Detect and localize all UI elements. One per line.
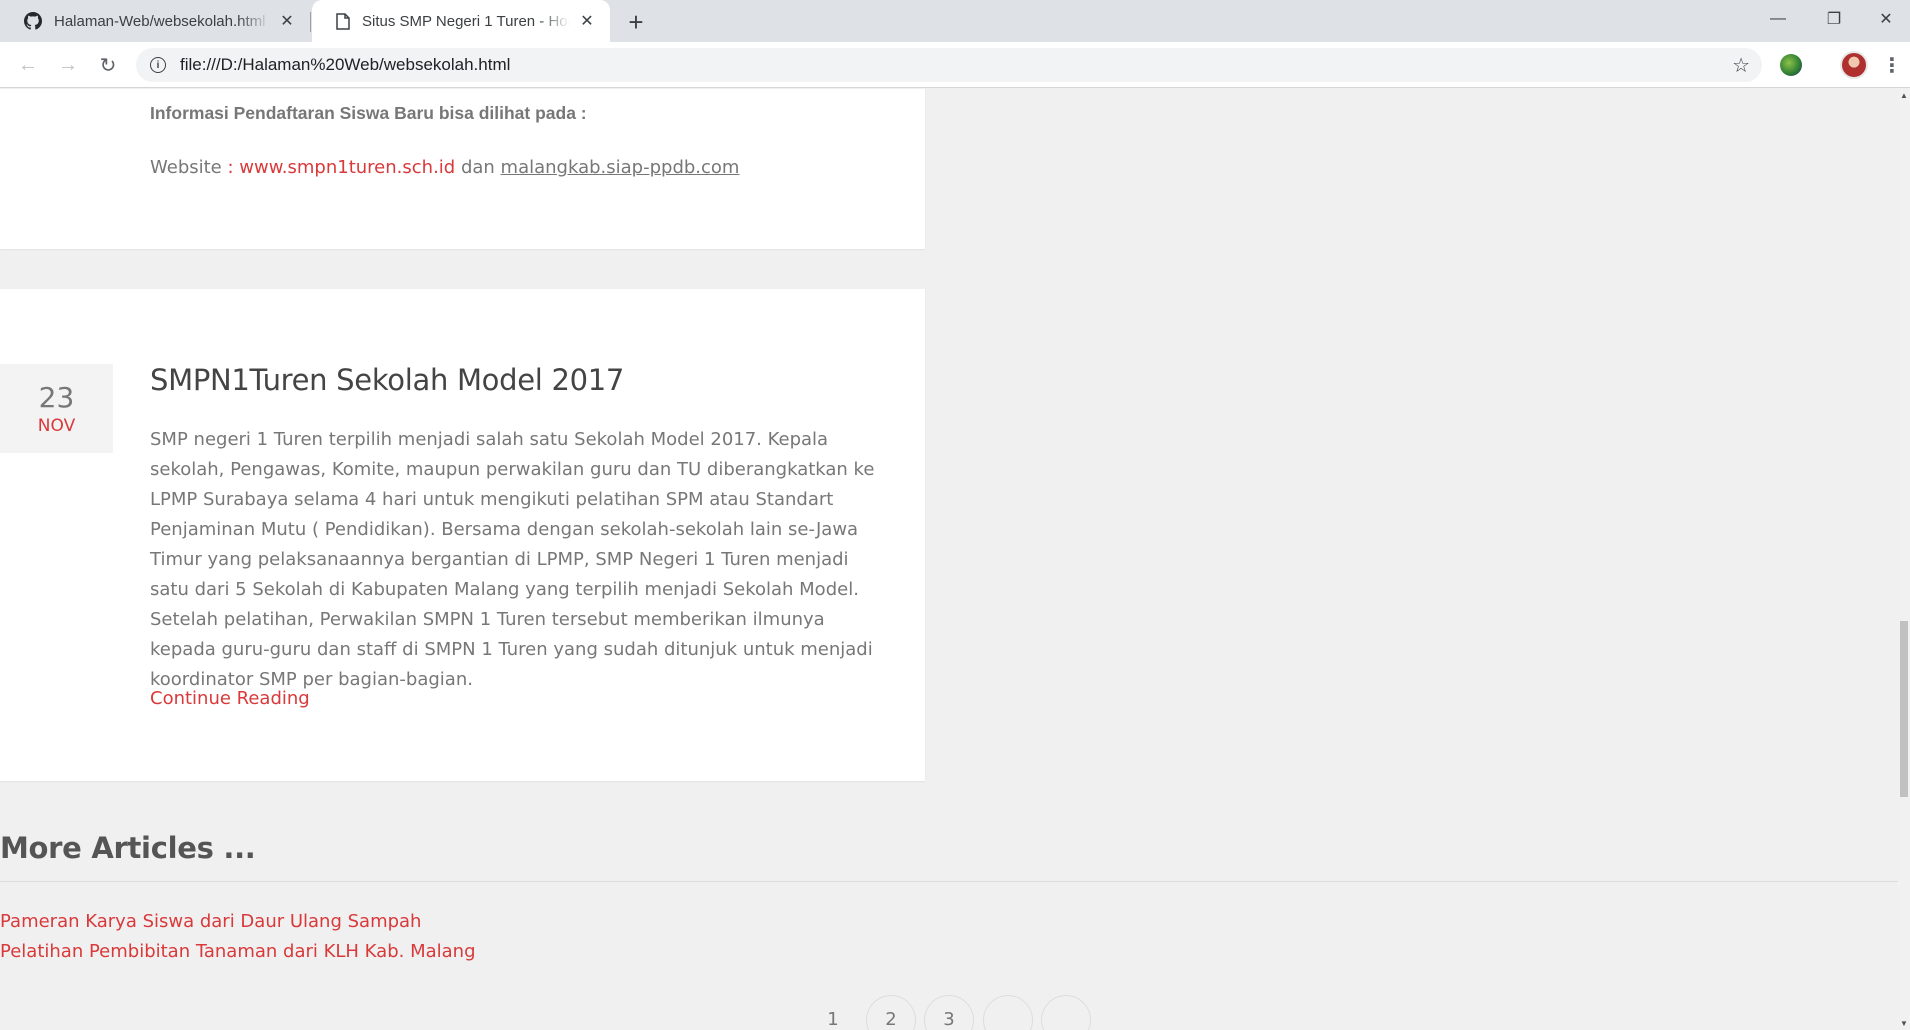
extension-globe-icon[interactable] — [1780, 54, 1802, 76]
post-title[interactable]: SMPN1Turen Sekolah Model 2017 — [150, 363, 624, 397]
pagination-last-button[interactable] — [1041, 995, 1091, 1030]
school-website-link[interactable]: www.smpn1turen.sch.id — [239, 157, 455, 178]
new-tab-button[interactable]: + — [622, 7, 650, 37]
address-bar[interactable]: i file:///D:/Halaman%20Web/websekolah.ht… — [136, 48, 1762, 82]
website-label: Website — [150, 157, 222, 178]
scroll-down-arrow-icon[interactable]: ▼ — [1900, 1019, 1908, 1028]
pagination-page-3[interactable]: 3 — [924, 995, 974, 1030]
minimize-button[interactable]: — — [1750, 0, 1806, 38]
window-close-button[interactable]: ✕ — [1862, 0, 1910, 38]
pagination-page-1[interactable]: 1 — [808, 995, 858, 1030]
post-day: 23 — [38, 381, 75, 414]
pagination-page-2[interactable]: 2 — [866, 995, 916, 1030]
close-icon[interactable]: ✕ — [578, 12, 596, 30]
github-icon — [24, 12, 42, 30]
conjunction-text: dan — [455, 157, 501, 178]
tab-title: Halaman-Web/websekolah.html — [54, 12, 266, 30]
registration-info-text: Informasi Pendaftaran Siswa Baru bisa di… — [150, 103, 587, 123]
page-icon — [336, 12, 350, 30]
scroll-up-arrow-icon[interactable]: ▲ — [1900, 91, 1908, 100]
tab-divider — [310, 12, 311, 32]
post-month: NOV — [37, 416, 76, 436]
more-article-link[interactable]: Pameran Karya Siswa dari Daur Ulang Samp… — [0, 911, 421, 932]
back-button[interactable]: ← — [12, 49, 44, 81]
tab-title: Situs SMP Negeri 1 Turen - Home — [362, 12, 570, 30]
vertical-scrollbar[interactable]: ▲ ▼ — [1898, 89, 1910, 1030]
website-colon: : — [221, 157, 240, 178]
article-card: 23 NOV SMPN1Turen Sekolah Model 2017 SMP… — [0, 289, 925, 781]
tab-github[interactable]: Halaman-Web/websekolah.html ✕ — [0, 0, 310, 42]
reload-button[interactable]: ↻ — [92, 49, 124, 81]
ppdb-website-link[interactable]: malangkab.siap-ppdb.com — [501, 157, 740, 178]
tab-strip: Halaman-Web/websekolah.html ✕ Situs SMP … — [0, 0, 1910, 42]
divider — [0, 881, 1898, 882]
continue-reading-link[interactable]: Continue Reading — [150, 688, 310, 709]
page-viewport: Informasi Pendaftaran Siswa Baru bisa di… — [0, 89, 1898, 1030]
bookmark-star-icon[interactable]: ☆ — [1732, 53, 1750, 78]
browser-menu-icon[interactable]: ⋮ — [1880, 51, 1904, 79]
restore-button[interactable]: ❐ — [1806, 0, 1862, 38]
pagination-next-button[interactable] — [983, 995, 1033, 1030]
post-date-badge: 23 NOV — [0, 364, 113, 453]
profile-avatar[interactable] — [1840, 51, 1868, 79]
close-icon[interactable]: ✕ — [278, 12, 296, 30]
website-line: Website : www.smpn1turen.sch.id dan mala… — [150, 157, 739, 178]
tab-situs-smp[interactable]: Situs SMP Negeri 1 Turen - Home ✕ — [312, 0, 610, 42]
more-article-link[interactable]: Pelatihan Pembibitan Tanaman dari KLH Ka… — [0, 941, 476, 962]
more-articles-heading: More Articles ... — [0, 831, 256, 865]
info-icon[interactable]: i — [150, 57, 166, 73]
scrollbar-thumb[interactable] — [1900, 621, 1908, 797]
forward-button[interactable]: → — [52, 49, 84, 81]
post-body: SMP negeri 1 Turen terpilih menjadi sala… — [150, 429, 875, 690]
browser-toolbar: ← → ↻ i file:///D:/Halaman%20Web/webseko… — [0, 42, 1910, 88]
url-text[interactable]: file:///D:/Halaman%20Web/websekolah.html — [180, 55, 510, 75]
article-card: Informasi Pendaftaran Siswa Baru bisa di… — [0, 89, 925, 249]
